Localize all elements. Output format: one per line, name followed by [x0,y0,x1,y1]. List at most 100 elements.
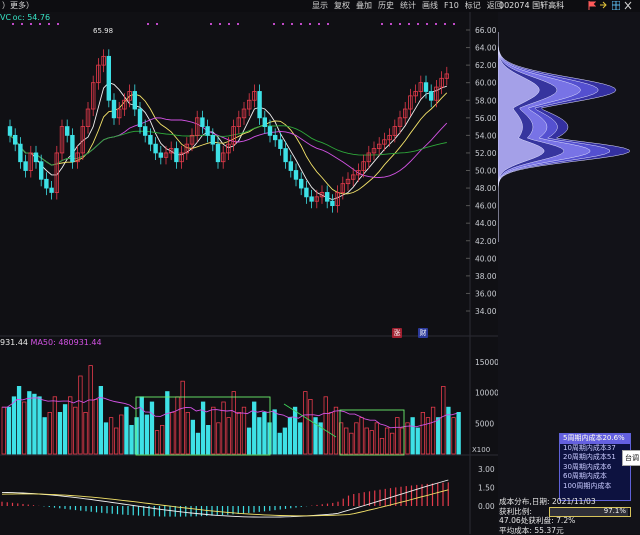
volume-bar [226,417,231,455]
menu-adjust[interactable]: 复权 [331,0,353,12]
macd-dif-line [1,479,449,518]
menu-draw[interactable]: 画线 [419,0,441,12]
cost-legend-10: 10周期内成本37 [563,443,616,452]
candle-body [23,161,28,171]
price-tick-label: 60.00 [475,79,497,88]
chart-canvas[interactable]: 65.98 66.00 64.00 62.00 60.00 58.00 56.00 54.0… [0,12,498,534]
candle-body [278,139,283,149]
event-dot [417,23,419,25]
menu-history[interactable]: 历史 [375,0,397,12]
volume-bar [415,427,420,455]
event-dot [390,23,392,25]
candle-body [44,178,49,189]
volume-bar [154,430,160,455]
top-toolbar: ）更多） 显示 复权 叠加 历史 统计 画线 F10 标记 返回 002074 … [0,0,640,12]
volume-bar [114,427,119,455]
volume-bar [364,427,369,455]
cost-distribution-chart [498,32,630,242]
event-dot [444,23,446,25]
candle-body [153,143,158,154]
candle-body [423,82,429,92]
event-dot [381,23,383,25]
volume-bar [11,396,17,455]
volume-bar [134,417,139,455]
candle-body [309,196,314,202]
candle-body [12,134,18,145]
arrow-icon[interactable] [600,1,608,10]
volume-bar [22,401,27,455]
event-dot [228,23,230,25]
price-tick-label: 54.00 [475,131,497,140]
close-icon[interactable] [624,1,632,10]
volume-bar [129,424,134,455]
volume-bar [451,417,456,455]
price-tick-label: 46.00 [475,202,497,211]
side-note[interactable]: 台调 [622,450,640,466]
volume-bar [267,422,272,455]
volume-bar [93,398,98,455]
volume-bar [344,427,349,455]
tag-finance[interactable]: 财 [418,328,428,338]
profit-label: 获利比例: [499,506,532,516]
event-dot [300,23,302,25]
price-tick-label: 66.00 [475,26,497,35]
volume-bar [292,406,298,455]
profit-bar: 97.1% [549,507,631,517]
price-tick-label: 52.00 [475,149,497,158]
event-dot [453,23,455,25]
volume-bar [257,417,262,455]
candle-body [137,108,143,127]
menu-f10[interactable]: F10 [441,0,462,12]
volume-bar [430,406,436,455]
grid-icon[interactable] [612,1,620,10]
event-dot [291,23,293,25]
macd-tick-label: 3.00 [478,465,495,474]
menu-stats[interactable]: 统计 [397,0,419,12]
volume-bar [160,424,165,455]
volume-bar [303,391,308,455]
menu-mark[interactable]: 标记 [462,0,484,12]
event-dot [147,23,149,25]
volume-bar [103,422,109,455]
candle-body [106,55,111,101]
more-label[interactable]: 更多 [10,1,26,10]
event-dot [399,23,401,25]
menu-overlay[interactable]: 叠加 [353,0,375,12]
more-menu[interactable]: ）更多） [2,0,34,12]
stock-code: 002074 [499,1,530,10]
candle-body [200,117,205,127]
candle-body [267,126,273,136]
volume-bar [379,437,385,455]
volume-bar [78,375,83,455]
volume-bar [1,406,6,455]
volume-ma-line [2,396,458,429]
candle-body [132,91,137,110]
event-dot [309,23,311,25]
volume-bar [180,380,185,455]
volume-bar [206,424,211,455]
event-dot [237,23,239,25]
price-tick-label: 44.00 [475,219,497,228]
cost-legend-5: 5周期内成本20.6% [560,434,630,444]
candle-body [330,200,335,207]
price-tick-label: 42.00 [475,237,497,246]
volume-bar [16,385,22,455]
event-dot [12,23,14,25]
price-tick-label: 34.00 [475,307,497,316]
volume-bar [308,398,313,455]
candle-body [210,134,215,145]
volume-bar [185,411,190,455]
volume-bar [37,396,42,455]
candle-body [148,134,153,145]
volume-value: 931.44 [0,338,28,347]
volume-bar [57,411,63,455]
price-tick-label: 50.00 [475,167,497,176]
tag-rise[interactable]: 涨 [392,328,402,338]
menu-display[interactable]: 显示 [309,0,331,12]
volume-tick-label: 15000 [475,358,498,367]
volume-bar [323,396,328,455]
candle-body [304,187,309,198]
event-dot [327,23,329,25]
volume-bar [236,411,242,455]
flag-icon[interactable] [588,1,596,10]
